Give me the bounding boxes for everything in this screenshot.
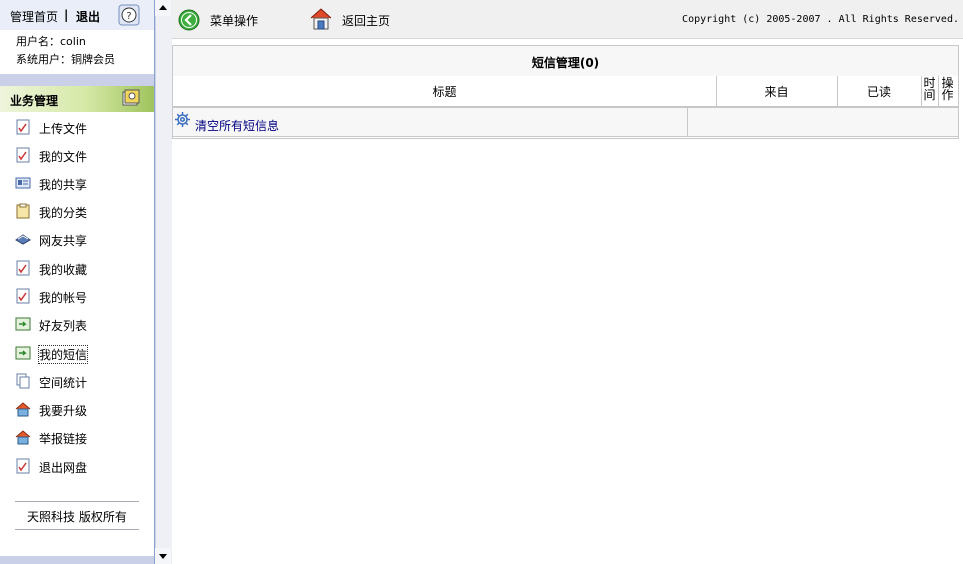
menu-item-label: 我的共享 [39,178,88,192]
left-divider-band [0,74,154,86]
header-time-label: 时间 [923,76,936,102]
header-from: 来自 [716,76,838,106]
document-icon [16,260,30,276]
document-icon [16,119,30,135]
menu-item-report-link[interactable]: 举报链接 [15,428,145,446]
menu-item-label: 举报链接 [39,432,88,446]
menu-item-my-favorites[interactable]: 我的收藏 [15,259,145,277]
header-read-label: 已读 [866,85,891,99]
back-arrow-icon[interactable] [178,9,200,31]
arrow-up-icon [159,5,167,10]
left-top-bar: 管理首页 | 退出 ? [0,0,154,30]
header-from-label: 来自 [764,85,789,99]
top-toolbar: 菜单操作 返回主页 Copyright (c) 2005-2007 . All … [172,0,963,39]
header-title-label: 标题 [432,85,457,99]
menu-item-label: 我的收藏 [39,263,88,277]
card-icon [15,177,31,189]
table-header-row: 标题 来自 已读 时间 操作 [173,76,958,108]
help-icon[interactable]: ? [118,4,140,26]
sms-management-table: 短信管理(0) 标题 来自 已读 时间 操作 清空所有短信息 [172,45,959,139]
menu-item-label: 退出网盘 [39,461,88,475]
home-icon[interactable] [310,7,332,31]
left-bottom-band [0,556,154,564]
menu-item-netfriend-share[interactable]: 网友共享 [15,230,145,248]
usertype-line: 系统用户：铜牌会员 [16,53,115,66]
header-title: 标题 [173,76,717,106]
friends-icon [15,317,31,331]
menu-item-label: 空间统计 [39,376,88,390]
share-icon [15,234,31,245]
header-time: 时间 [921,76,939,106]
copyright-text: Copyright (c) 2005-2007 . All Rights Res… [682,14,959,25]
friends-icon [15,346,31,360]
footer-copyright: 天照科技 版权所有 [27,510,127,524]
menu-item-label: 我要升级 [39,404,88,418]
menu-item-upgrade[interactable]: 我要升级 [15,400,145,418]
clear-all-cell: 清空所有短信息 [173,108,688,136]
header-read: 已读 [837,76,922,106]
menu-item-label: 网友共享 [39,234,88,248]
back-home-link[interactable]: 返回主页 [342,12,390,29]
table-title: 短信管理(0) [531,56,600,70]
menu-operations-link[interactable]: 菜单操作 [210,12,258,29]
menu-item-my-sms[interactable]: 我的短信 [15,344,145,364]
menu-item-space-stats[interactable]: 空间统计 [15,372,145,390]
house-icon [15,430,31,445]
menu-item-label: 上传文件 [39,122,88,136]
left-navigation-frame: 管理首页 | 退出 ? 用户名：colin 系统用户：铜牌会员 业务管理 上传文… [0,0,155,564]
scroll-up-button[interactable] [155,0,171,16]
document-icon [16,147,30,163]
left-frame-scrollbar[interactable] [155,0,172,564]
table-title-row: 短信管理(0) [173,46,958,77]
menu-item-my-account[interactable]: 我的帐号 [15,287,145,305]
menu-item-label: 我的分类 [39,206,88,220]
link-separator: | [64,8,69,22]
menu-item-upload[interactable]: 上传文件 [15,118,145,136]
header-operation-label: 操作 [941,76,954,102]
menu-item-my-category[interactable]: 我的分类 [15,202,145,220]
section-icon [122,89,140,106]
header-operation: 操作 [938,76,957,106]
document-icon [16,458,30,474]
biz-section-title: 业务管理 [10,94,59,108]
menu-item-label: 好友列表 [39,319,88,333]
menu-item-my-files[interactable]: 我的文件 [15,146,145,164]
arrow-down-icon [159,554,167,559]
admin-home-link[interactable]: 管理首页 [10,8,58,25]
house-icon [15,402,31,417]
left-footer: 天照科技 版权所有 [15,501,139,530]
menu-item-label: 我的文件 [39,150,88,164]
menu-item-exit-disk[interactable]: 退出网盘 [15,457,145,475]
table-action-row: 清空所有短信息 [173,108,958,137]
menu-item-label: 我的帐号 [39,291,88,305]
document-icon [16,288,30,304]
logout-link[interactable]: 退出 [76,8,100,25]
menu-item-friend-list[interactable]: 好友列表 [15,315,145,333]
scroll-down-button[interactable] [155,548,171,564]
menu-item-label: 我的短信 [37,345,89,364]
biz-section-header: 业务管理 [0,86,154,112]
pages-icon [16,373,30,389]
clipboard-icon [16,203,30,219]
username-line: 用户名：colin [16,35,86,48]
svg-text:?: ? [126,11,131,22]
menu-item-my-share[interactable]: 我的共享 [15,174,145,192]
clear-all-sms-link[interactable]: 清空所有短信息 [195,117,279,134]
user-info: 用户名：colin 系统用户：铜牌会员 [0,30,154,74]
gear-icon[interactable] [174,111,191,128]
